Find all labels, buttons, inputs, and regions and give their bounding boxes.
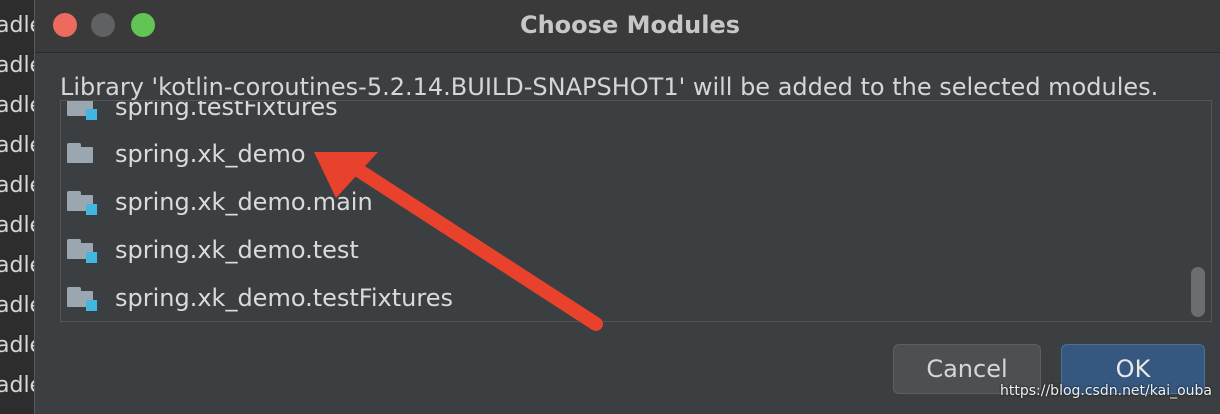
dialog-title: Choose Modules	[519, 11, 741, 39]
choose-modules-dialog: Choose Modules spring.testFixtures sprin…	[34, 0, 1220, 414]
title-bar: Choose Modules	[35, 0, 1220, 53]
list-scrollbar-thumb[interactable]	[1191, 267, 1205, 317]
module-list-item[interactable]: spring.xk_demo.testFixtures	[61, 274, 1171, 321]
module-list-item[interactable]: spring.xk_demo.test	[61, 226, 1171, 274]
module-folder-icon	[67, 236, 99, 264]
module-label: spring.xk_demo.main	[115, 188, 373, 216]
module-label: spring.xk_demo	[115, 140, 306, 168]
module-folder-icon	[67, 284, 99, 312]
module-label: spring.testFixtures	[115, 100, 338, 121]
module-folder-icon	[67, 101, 99, 121]
module-label: spring.xk_demo.test	[115, 236, 359, 264]
module-folder-icon	[67, 188, 99, 216]
module-list-item[interactable]: spring.testFixtures	[61, 100, 1171, 131]
module-list[interactable]: spring.testFixtures spring.xk_demo sprin…	[60, 100, 1212, 322]
module-folder-icon	[67, 140, 99, 168]
module-label: spring.xk_demo.testFixtures	[115, 284, 453, 312]
module-list-item[interactable]: spring.xk_demo.main	[61, 178, 1171, 226]
module-list-item[interactable]: spring.xk_demo	[61, 130, 1171, 178]
dialog-message: Library 'kotlin-coroutines-5.2.14.BUILD-…	[60, 73, 1159, 101]
watermark: https://blog.csdn.net/kai_ouba	[1000, 383, 1212, 399]
